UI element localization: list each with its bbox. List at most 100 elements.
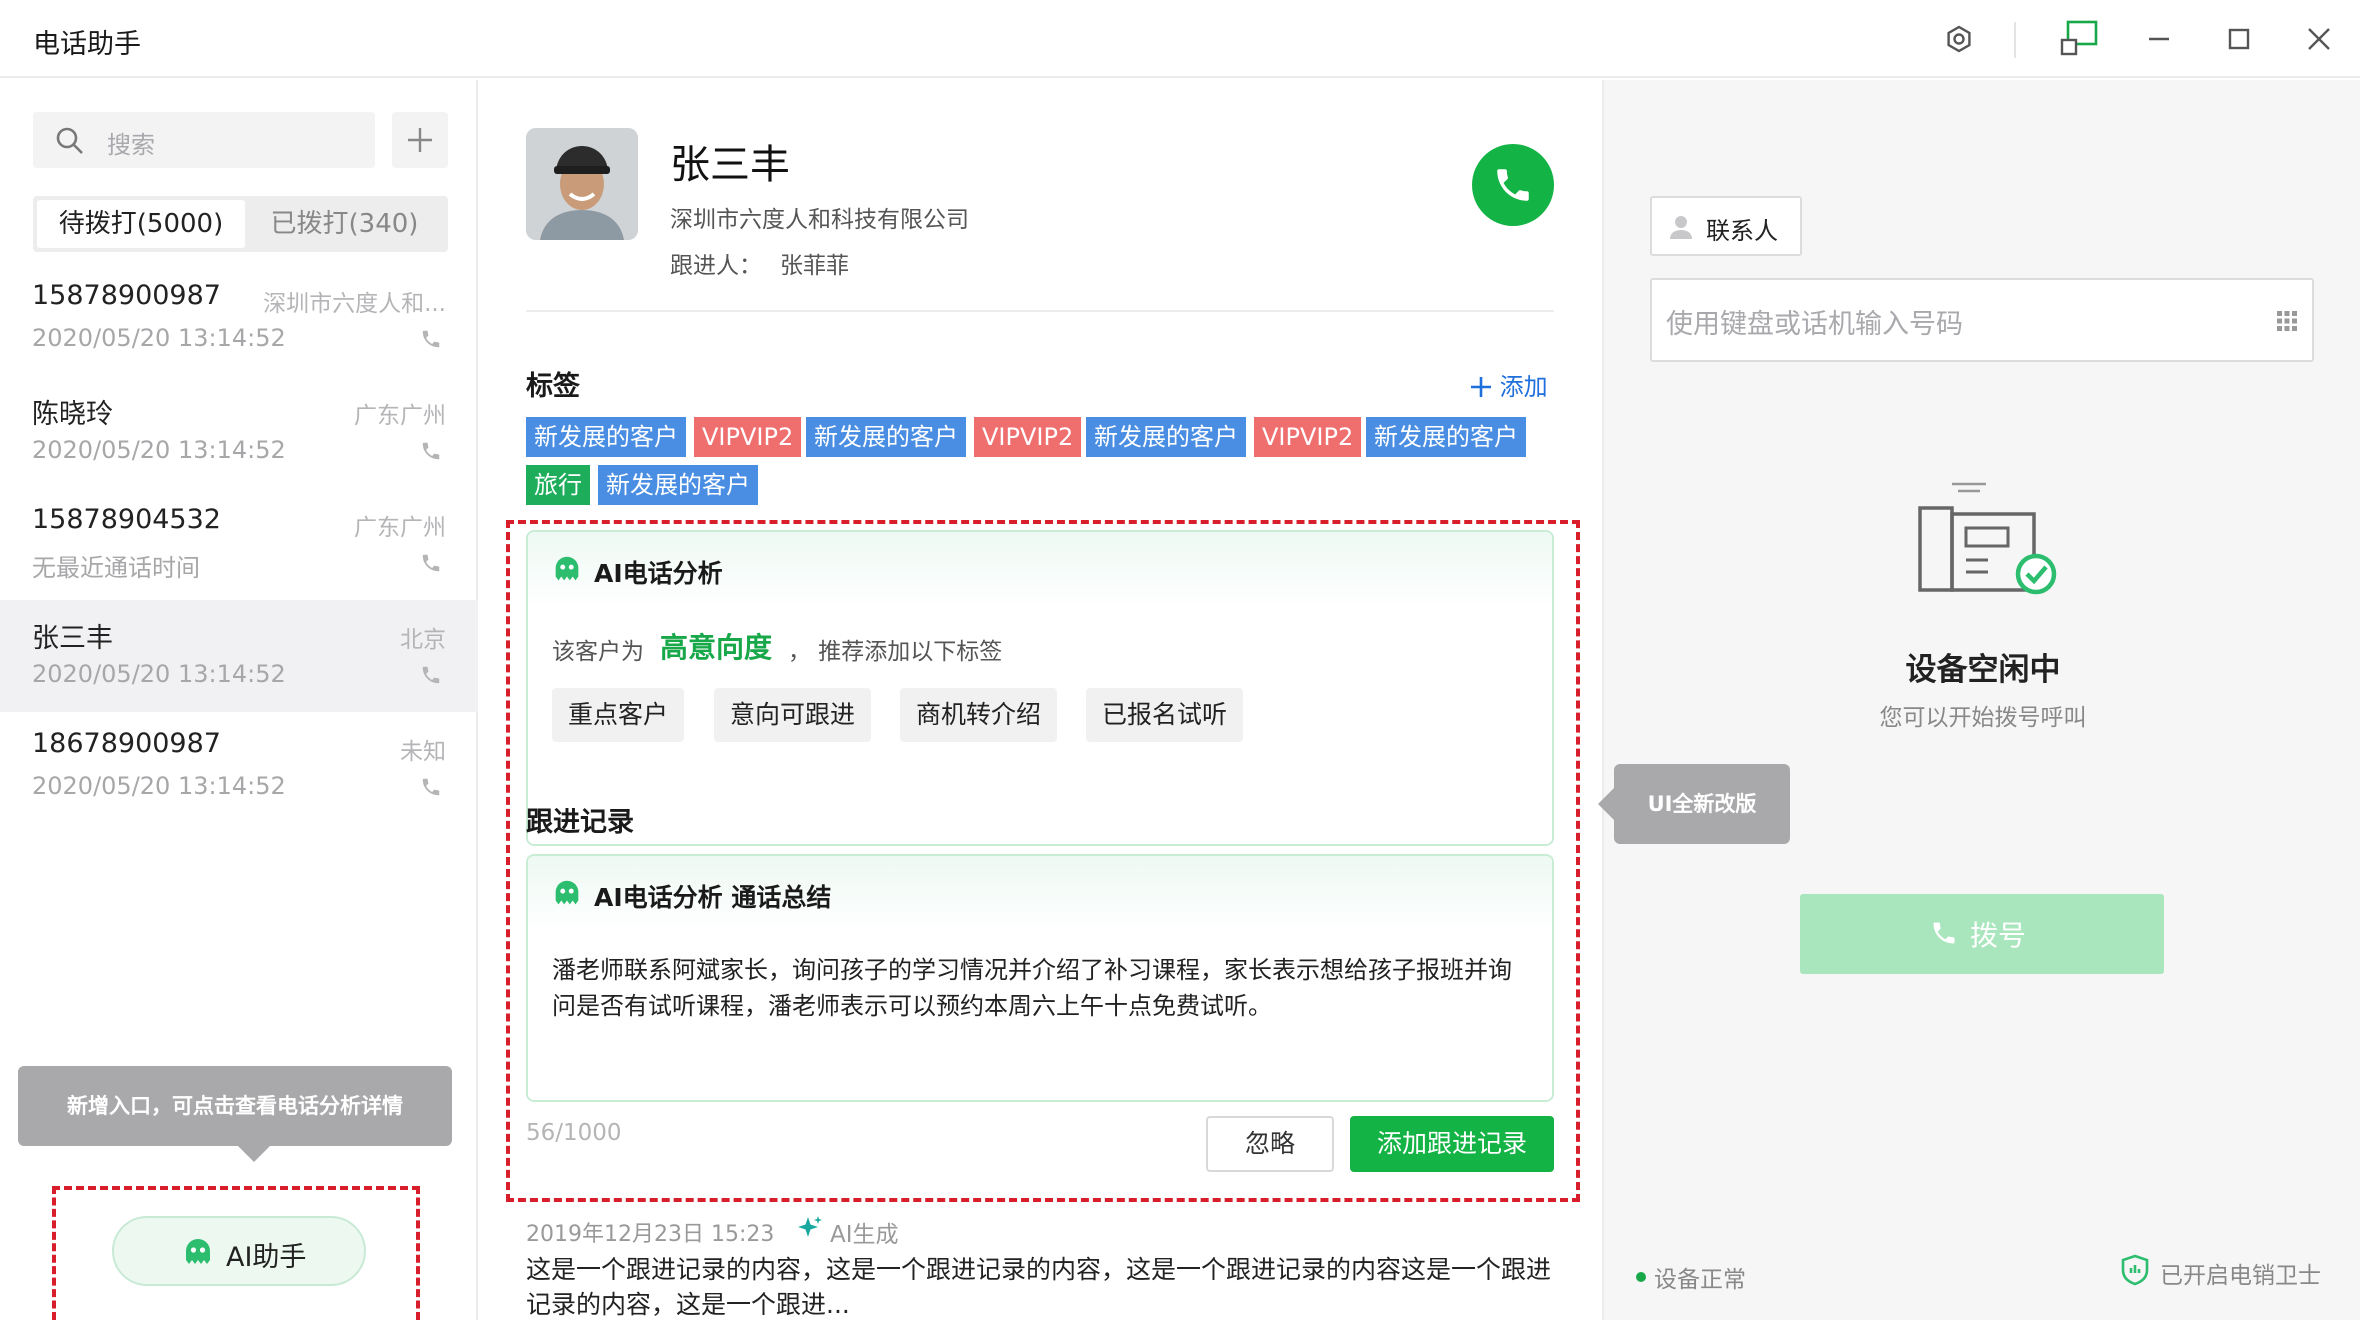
device-idle-title: 设备空闲中 xyxy=(1905,652,2061,688)
maximize-icon[interactable] xyxy=(2218,18,2260,60)
call-customer-button[interactable] xyxy=(1472,144,1554,226)
dial-label: 拨号 xyxy=(1970,919,2027,952)
customer-name: 张三丰 xyxy=(670,142,790,188)
contact-item-selected[interactable]: 张三丰 北京 2020/05/20 13:14:52 xyxy=(0,600,478,712)
tag-chip[interactable]: 新发展的客户 xyxy=(598,465,758,505)
contact-last-call-time: 无最近通话时间 xyxy=(32,554,200,582)
phone-icon xyxy=(1497,169,1529,201)
phone-icon[interactable] xyxy=(420,440,442,462)
contact-last-call-time: 2020/05/20 13:14:52 xyxy=(32,436,286,464)
add-tag-label: 添加 xyxy=(1499,373,1548,401)
contact-item[interactable]: 陈晓玲 广东广州 2020/05/20 13:14:52 xyxy=(0,376,478,488)
call-status-tabs: 待拨打(5000) 已拨打(340) xyxy=(33,196,448,252)
search-box[interactable]: 搜索 xyxy=(33,112,375,168)
ai-bot-icon xyxy=(555,880,579,905)
tag-chip[interactable]: 旅行 xyxy=(526,465,590,505)
char-counter: 56/1000 xyxy=(526,1120,622,1146)
search-icon xyxy=(56,127,83,154)
close-icon[interactable] xyxy=(2298,18,2340,60)
tag-chip[interactable]: VIPVIP2 xyxy=(694,417,802,457)
tab-dialed[interactable]: 已拨打(340) xyxy=(245,200,444,248)
contact-location: 深圳市六度人和... xyxy=(263,291,446,317)
follower-name: 张菲菲 xyxy=(780,253,849,279)
intent-prefix: 该客户为 xyxy=(552,639,644,665)
contact-last-call-time: 2020/05/20 13:14:52 xyxy=(32,324,286,352)
suggested-tag[interactable]: 重点客户 xyxy=(552,688,685,742)
keypad-icon[interactable] xyxy=(2276,310,2298,332)
app-title: 电话助手 xyxy=(33,29,141,60)
add-contact-button[interactable] xyxy=(392,112,448,168)
device-status-dot xyxy=(1636,1272,1646,1282)
ai-bot-icon xyxy=(186,1239,210,1264)
add-tag-button[interactable]: 添加 xyxy=(1470,367,1548,402)
minimize-icon[interactable] xyxy=(2138,18,2180,60)
suggested-tag[interactable]: 商机转介绍 xyxy=(900,688,1058,742)
ai-generated-label: AI生成 xyxy=(830,1222,899,1248)
ui-redesign-annotation: UI全新改版 xyxy=(1598,764,1790,844)
call-summary-card[interactable]: AI电话分析 通话总结 潘老师联系阿斌家长，询问孩子的学习情况并介绍了补习课程，… xyxy=(526,854,1554,1102)
tab-pending[interactable]: 待拨打(5000) xyxy=(37,200,245,248)
title-bar-separator xyxy=(2014,22,2016,58)
contact-location: 广东广州 xyxy=(354,403,446,429)
intent-suffix: ， 推荐添加以下标签 xyxy=(788,639,1003,665)
search-placeholder: 搜索 xyxy=(107,131,155,159)
follower-label: 跟进人： xyxy=(670,253,762,279)
device-idle-subtitle: 您可以开始拨号呼叫 xyxy=(1879,705,2087,731)
contact-item[interactable]: 15878900987 深圳市六度人和... 2020/05/20 13:14:… xyxy=(0,264,478,376)
phone-icon[interactable] xyxy=(420,552,442,574)
contact-name: 18678900987 xyxy=(32,728,221,759)
plus-icon xyxy=(1471,377,1491,397)
phone-icon xyxy=(1933,922,1955,944)
contacts-label: 联系人 xyxy=(1706,217,1778,245)
call-summary-text[interactable]: 潘老师联系阿斌家长，询问孩子的学习情况并介绍了补习课程，家长表示想给孩子报班并询… xyxy=(552,952,1532,1024)
contact-name: 15878900987 xyxy=(32,280,221,311)
sparkle-icon xyxy=(798,1216,822,1237)
settings-icon[interactable] xyxy=(1938,18,1980,60)
contact-item[interactable]: 18678900987 未知 2020/05/20 13:14:52 xyxy=(0,712,478,824)
contact-location: 北京 xyxy=(400,627,446,653)
phone-icon[interactable] xyxy=(420,664,442,686)
suggested-tag[interactable]: 意向可跟进 xyxy=(714,688,872,742)
ai-generated-badge: AI生成 xyxy=(796,1214,899,1248)
ai-assistant-button[interactable]: AI助手 xyxy=(112,1216,366,1286)
contact-item[interactable]: 15878904532 广东广州 无最近通话时间 xyxy=(0,488,478,600)
phone-icon[interactable] xyxy=(420,776,442,798)
call-summary-title: AI电话分析 通话总结 xyxy=(594,883,832,912)
tag-chip[interactable]: VIPVIP2 xyxy=(974,417,1082,457)
tags-section-title: 标签 xyxy=(526,371,580,402)
contact-location: 未知 xyxy=(400,739,446,765)
customer-company: 深圳市六度人和科技有限公司 xyxy=(670,207,969,233)
contact-name: 陈晓玲 xyxy=(32,399,113,430)
tag-chip[interactable]: VIPVIP2 xyxy=(1254,417,1362,457)
intent-level: 高意向度 xyxy=(660,631,773,664)
tag-chip[interactable]: 新发展的客户 xyxy=(806,417,966,457)
ai-bot-icon xyxy=(555,556,579,581)
tag-chip[interactable]: 新发展的客户 xyxy=(1366,417,1526,457)
customer-detail-panel: 张三丰 深圳市六度人和科技有限公司 跟进人： 张菲菲 标签 添加 新发展的客户 … xyxy=(480,80,1600,1320)
contacts-button[interactable]: 联系人 xyxy=(1650,196,1802,256)
app-window: 电话助手 搜索 待拨打(5000) 已拨打(340) 15878900987 深… xyxy=(0,0,2360,1320)
phone-number-input[interactable]: 使用键盘或话机输入号码 xyxy=(1650,278,2314,362)
tag-chip[interactable]: 新发展的客户 xyxy=(1086,417,1246,457)
suggested-tag[interactable]: 已报名试听 xyxy=(1086,688,1244,742)
contact-location: 广东广州 xyxy=(354,515,446,541)
add-follow-record-button[interactable]: 添加跟进记录 xyxy=(1350,1116,1554,1172)
ignore-button[interactable]: 忽略 xyxy=(1206,1116,1334,1172)
phone-number-placeholder: 使用键盘或话机输入号码 xyxy=(1666,309,1963,340)
record-text: 这是一个跟进记录的内容，这是一个跟进记录的内容，这是一个跟进记录的内容这是一个跟… xyxy=(526,1255,1552,1319)
phone-icon[interactable] xyxy=(420,328,442,350)
sales-guard-status: 已开启电销卫士 xyxy=(2160,1263,2321,1289)
tag-chip[interactable]: 新发展的客户 xyxy=(526,417,686,457)
title-bar: 电话助手 xyxy=(0,0,2360,78)
shield-icon xyxy=(2121,1254,2149,1286)
contact-last-call-time: 2020/05/20 13:14:52 xyxy=(32,772,286,800)
idle-phone-illustration-icon xyxy=(1918,482,2057,595)
follow-records-title: 跟进记录 xyxy=(526,807,634,838)
person-icon xyxy=(1670,216,1692,239)
dial-button[interactable]: 拨号 xyxy=(1800,894,2164,974)
call-summary-header: AI电话分析 通话总结 xyxy=(528,856,1552,932)
contact-name: 张三丰 xyxy=(32,623,113,654)
screen-share-icon[interactable] xyxy=(2058,18,2100,60)
device-status-text: 设备正常 xyxy=(1654,1267,1746,1293)
ai-analysis-header: AI电话分析 xyxy=(528,532,1552,608)
